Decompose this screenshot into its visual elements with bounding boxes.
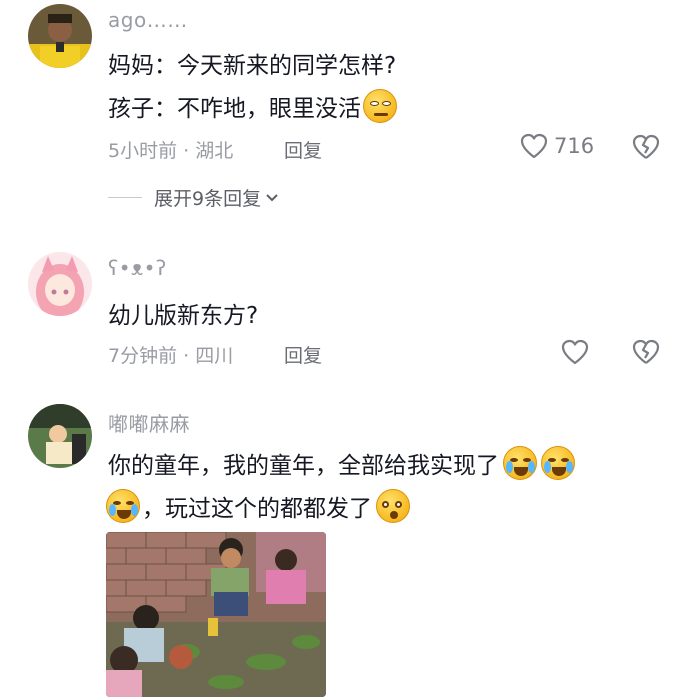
comment-image[interactable] bbox=[106, 532, 326, 697]
comment-text: 你的童年，我的童年，全部给我实现了 bbox=[108, 446, 575, 480]
dislike-button[interactable] bbox=[632, 134, 660, 164]
dislike-button[interactable] bbox=[632, 339, 660, 369]
comment-text: 孩子：不咋地，眼里没活 bbox=[108, 89, 397, 123]
woozy-emoji-icon bbox=[376, 489, 410, 523]
chevron-down-icon bbox=[266, 193, 278, 201]
avatar[interactable] bbox=[28, 4, 92, 68]
crying-emoji-icon bbox=[106, 489, 140, 523]
like-button[interactable] bbox=[561, 339, 589, 365]
broken-heart-icon bbox=[632, 134, 660, 159]
comment-text: 妈妈：今天新来的同学怎样? bbox=[108, 53, 397, 79]
expand-replies-label: 展开9条回复 bbox=[154, 188, 262, 210]
reply-button[interactable]: 回复 bbox=[284, 136, 322, 163]
comment-meta: 5小时前 · 湖北 bbox=[108, 140, 234, 162]
divider bbox=[108, 197, 142, 198]
like-count: 716 bbox=[554, 134, 595, 158]
comment-text: ，玩过这个的都都发了 bbox=[106, 489, 410, 523]
avatar[interactable] bbox=[28, 404, 92, 468]
smirk-emoji-icon bbox=[363, 89, 397, 123]
heart-outline-icon bbox=[561, 339, 589, 365]
username[interactable]: ago…… bbox=[108, 8, 188, 32]
like-button[interactable]: 716 bbox=[520, 133, 594, 159]
expand-replies[interactable]: 展开9条回复 bbox=[108, 184, 279, 211]
reply-button[interactable]: 回复 bbox=[284, 341, 322, 368]
broken-heart-icon bbox=[632, 339, 660, 364]
username[interactable]: ʕ•ᴥ•ʔ bbox=[108, 256, 167, 281]
crying-emoji-icon bbox=[503, 446, 537, 480]
heart-outline-icon bbox=[520, 133, 548, 159]
avatar[interactable] bbox=[28, 252, 92, 316]
username[interactable]: 嘟嘟麻麻 bbox=[108, 408, 190, 437]
comment-text: 幼儿版新东方? bbox=[108, 303, 259, 329]
crying-emoji-icon bbox=[541, 446, 575, 480]
comment-meta: 7分钟前 · 四川 bbox=[108, 345, 234, 367]
